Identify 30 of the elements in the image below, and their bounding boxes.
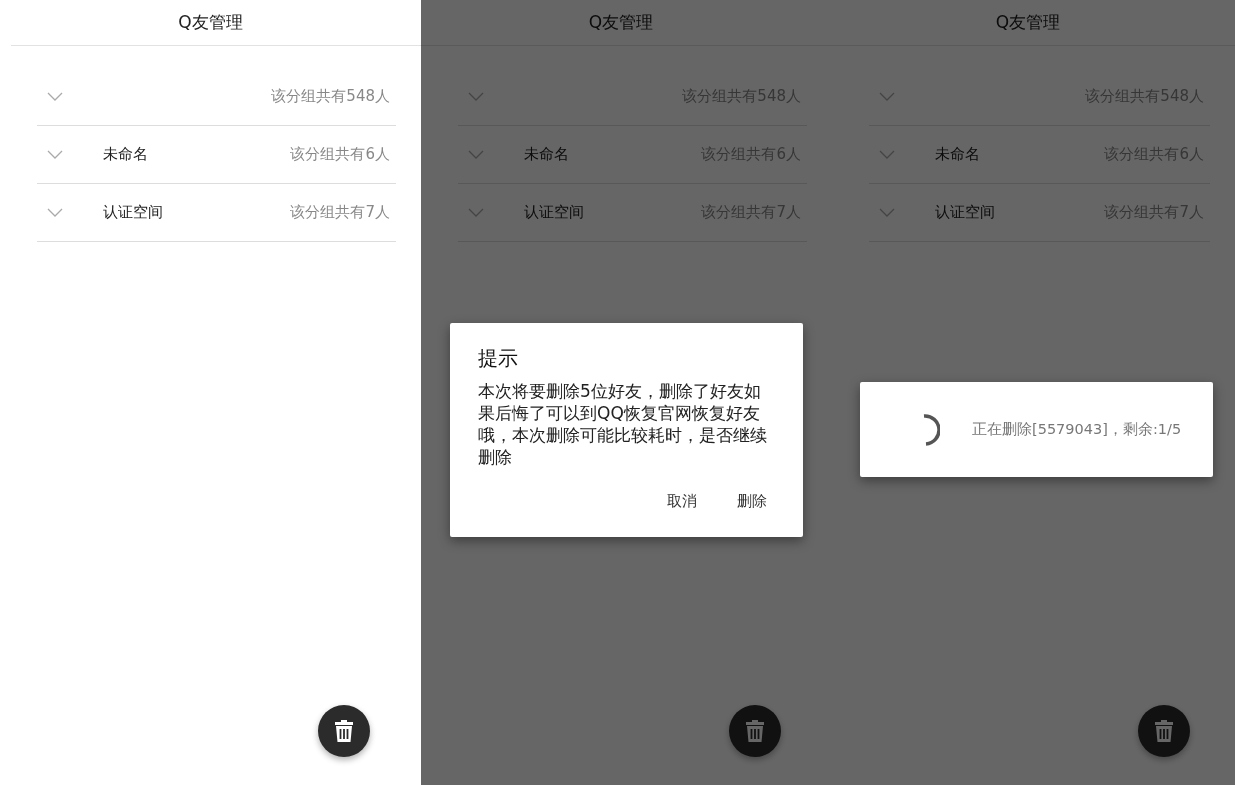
progress-message: 正在删除[5579043]，剩余:1/5 — [972, 420, 1182, 439]
dialog-button[interactable]: 删除 — [721, 486, 783, 517]
screen-title: Q友管理 — [588, 11, 654, 34]
group-name: 未命名 — [935, 145, 980, 164]
chevron-down-icon[interactable] — [468, 208, 484, 217]
trash-icon — [744, 719, 766, 743]
dialog-button[interactable]: 取消 — [651, 486, 713, 517]
dialog-message: 本次将要删除5位好友，删除了好友如果后悔了可以到QQ恢复官网恢复好友哦，本次删除可能比较耗时，是否继续删除 — [478, 380, 768, 468]
chevron-down-icon[interactable] — [47, 92, 63, 101]
trash-icon — [333, 719, 355, 743]
chevron-down-icon[interactable] — [468, 92, 484, 101]
group-name: 认证空间 — [103, 203, 163, 222]
screen-title: Q友管理 — [178, 11, 243, 34]
group-name: 认证空间 — [935, 203, 995, 222]
chevron-down-icon[interactable] — [47, 208, 63, 217]
group-count: 该分组共有6人 — [290, 145, 390, 164]
delete-button[interactable] — [318, 705, 370, 757]
chevron-down-icon[interactable] — [47, 150, 63, 159]
chevron-down-icon[interactable] — [879, 92, 895, 101]
dialog-title: 提示 — [478, 345, 519, 372]
screen-title: Q友管理 — [995, 11, 1061, 34]
group-count: 该分组共有7人 — [290, 203, 390, 222]
chevron-down-icon[interactable] — [879, 208, 895, 217]
group-count: 该分组共有548人 — [271, 87, 390, 106]
chevron-down-icon[interactable] — [879, 150, 895, 159]
trash-icon — [1153, 719, 1175, 743]
group-name: 认证空间 — [524, 203, 584, 222]
group-name: 未命名 — [103, 145, 148, 164]
chevron-down-icon[interactable] — [468, 150, 484, 159]
group-name: 未命名 — [524, 145, 569, 164]
